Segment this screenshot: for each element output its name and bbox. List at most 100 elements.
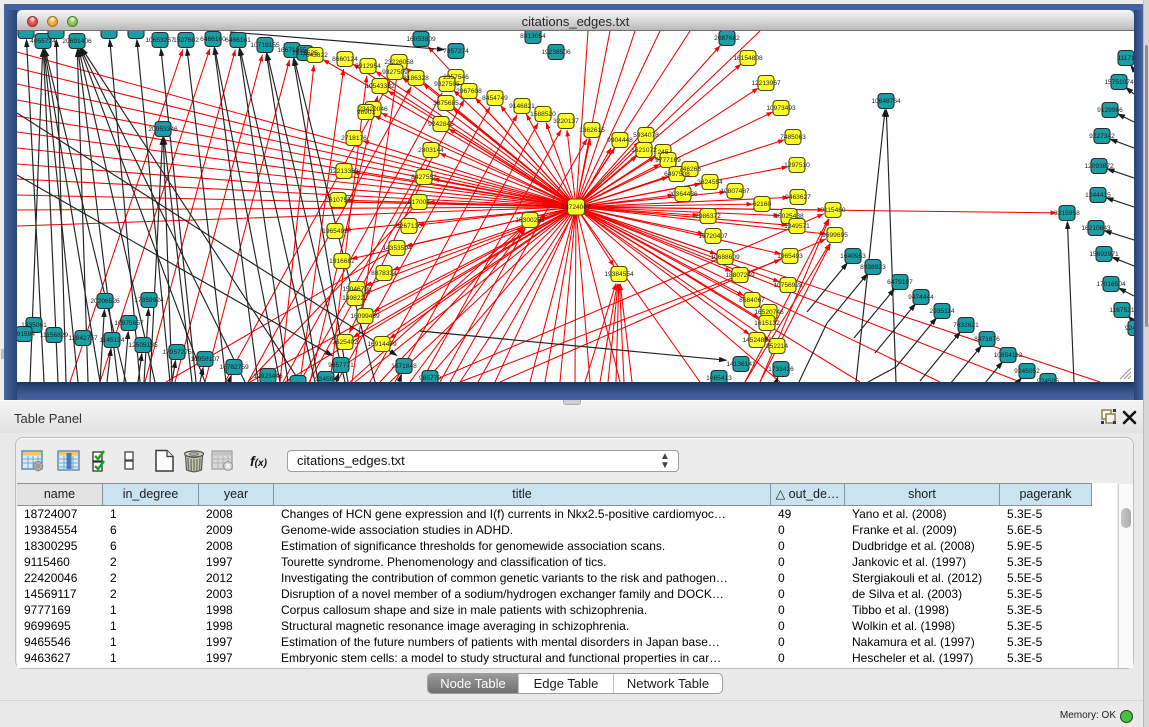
svg-text:1965493: 1965493 — [777, 253, 803, 260]
svg-text:10854112: 10854112 — [994, 352, 1023, 359]
svg-text:3220137: 3220137 — [553, 118, 579, 125]
svg-text:8813054: 8813054 — [520, 33, 546, 40]
svg-text:3215958: 3215958 — [1054, 210, 1080, 217]
svg-text:1733426: 1733426 — [768, 366, 794, 373]
svg-text:8878334: 8878334 — [371, 270, 397, 277]
svg-text:9699695: 9699695 — [822, 232, 848, 239]
svg-text:6479197: 6479197 — [887, 279, 913, 286]
svg-text:19238506: 19238506 — [541, 49, 571, 56]
svg-text:10648764: 10648764 — [871, 98, 901, 105]
svg-text:8660124: 8660124 — [332, 56, 358, 63]
svg-text:12923446: 12923446 — [253, 373, 283, 380]
svg-text:12505135: 12505135 — [128, 342, 158, 349]
svg-text:417004: 417004 — [408, 199, 430, 206]
svg-text:11171: 11171 — [1117, 55, 1134, 62]
svg-text:7632621: 7632621 — [953, 322, 979, 329]
svg-text:14136141: 14136141 — [726, 361, 756, 368]
svg-text:2967608: 2967608 — [456, 88, 482, 95]
svg-text:18724007: 18724007 — [561, 204, 591, 211]
svg-text:12213967: 12213967 — [751, 80, 781, 87]
svg-text:2803144: 2803144 — [418, 147, 444, 154]
svg-text:1615132: 1615132 — [754, 320, 780, 327]
svg-text:2357546: 2357546 — [443, 74, 469, 81]
svg-text:985779: 985779 — [419, 375, 441, 382]
svg-text:9129966: 9129966 — [1097, 107, 1123, 114]
svg-text:10688609: 10688609 — [710, 254, 740, 261]
svg-text:924501: 924501 — [1125, 325, 1134, 332]
svg-text:9146821: 9146821 — [509, 103, 535, 110]
svg-text:12093872: 12093872 — [1084, 163, 1114, 170]
svg-text:1065413: 1065413 — [706, 375, 732, 382]
svg-text:9857771: 9857771 — [328, 362, 354, 369]
svg-text:9474444: 9474444 — [908, 294, 934, 301]
svg-text:1244415: 1244415 — [1085, 192, 1111, 199]
svg-text:15692971: 15692971 — [1089, 251, 1119, 258]
svg-text:1145194: 1145194 — [99, 337, 125, 344]
svg-text:8471676: 8471676 — [974, 336, 1000, 343]
svg-text:20691406: 20691406 — [62, 38, 92, 45]
svg-text:16782759: 16782759 — [219, 364, 249, 371]
svg-text:9463627: 9463627 — [785, 194, 811, 201]
svg-text:10975657: 10975657 — [114, 320, 144, 327]
svg-text:18300295: 18300295 — [515, 217, 545, 224]
svg-text:1527602: 1527602 — [173, 37, 199, 44]
svg-text:20206526: 20206526 — [90, 298, 120, 305]
svg-text:9245052: 9245052 — [1014, 368, 1040, 375]
svg-text:5934078: 5934078 — [633, 132, 659, 139]
svg-text:245: 245 — [657, 149, 668, 156]
svg-text:62160: 62160 — [753, 201, 772, 208]
svg-text:15046798: 15046798 — [342, 286, 372, 293]
svg-text:8938923: 8938923 — [860, 264, 886, 271]
svg-text:10807487: 10807487 — [720, 188, 750, 195]
svg-text:20364436: 20364436 — [668, 191, 698, 198]
svg-text:9327505: 9327505 — [434, 81, 460, 88]
svg-text:1362615: 1362615 — [579, 127, 605, 134]
svg-text:8454749: 8454749 — [482, 95, 508, 102]
svg-text:1621072: 1621072 — [631, 147, 657, 154]
svg-text:16210643: 16210643 — [1081, 225, 1111, 232]
svg-text:9115460: 9115460 — [820, 207, 846, 214]
svg-text:15751074: 15751074 — [1104, 79, 1134, 86]
svg-text:12213383: 12213383 — [329, 168, 359, 175]
svg-text:17957275: 17957275 — [162, 349, 192, 356]
svg-text:8186328: 8186328 — [403, 75, 429, 82]
svg-text:1640953: 1640953 — [840, 253, 866, 260]
svg-text:2718176: 2718176 — [341, 135, 367, 142]
svg-text:1571848: 1571848 — [391, 363, 417, 370]
svg-text:10653267: 10653267 — [145, 37, 175, 44]
svg-text:9227342: 9227342 — [1089, 133, 1115, 140]
svg-text:1167531: 1167531 — [1109, 307, 1134, 314]
svg-text:7485063: 7485063 — [780, 134, 806, 141]
svg-text:15720407: 15720407 — [698, 233, 728, 240]
svg-text:3624554: 3624554 — [697, 179, 723, 186]
svg-text:10543382: 10543382 — [365, 83, 395, 90]
svg-text:9242845: 9242845 — [428, 121, 454, 128]
svg-text:16154808: 16154808 — [733, 55, 763, 62]
svg-text:10973493: 10973493 — [766, 105, 796, 112]
svg-text:8684067: 8684067 — [739, 297, 765, 304]
svg-text:11156829: 11156829 — [40, 332, 69, 339]
svg-text:14353594: 14353594 — [382, 245, 412, 252]
svg-text:16914479: 16914479 — [367, 341, 397, 348]
svg-text:12942757: 12942757 — [68, 335, 98, 342]
svg-text:10756928: 10756928 — [773, 282, 803, 289]
svg-text:19384554: 19384554 — [604, 271, 634, 278]
svg-text:1965493: 1965493 — [322, 228, 348, 235]
svg-text:17016504: 17016504 — [1096, 281, 1126, 288]
svg-text:8427552: 8427552 — [411, 174, 437, 181]
svg-text:10025438: 10025438 — [774, 213, 804, 220]
svg-text:3875685: 3875685 — [433, 100, 459, 107]
svg-text:6466160: 6466160 — [200, 36, 226, 43]
svg-text:18807249: 18807249 — [725, 272, 755, 279]
svg-text:252214: 252214 — [766, 343, 788, 350]
svg-text:16053809: 16053809 — [406, 36, 436, 43]
svg-text:3267130: 3267130 — [396, 223, 422, 230]
svg-text:20053346: 20053346 — [148, 126, 178, 133]
svg-text:746266: 746266 — [679, 166, 701, 173]
svg-text:7625402: 7625402 — [332, 339, 358, 346]
svg-text:7643822: 7643822 — [302, 52, 328, 59]
svg-text:6466161: 6466161 — [225, 37, 251, 44]
svg-text:1610755: 1610755 — [325, 197, 351, 204]
svg-text:3912954: 3912954 — [355, 63, 381, 70]
svg-text:17359924: 17359924 — [134, 297, 164, 304]
